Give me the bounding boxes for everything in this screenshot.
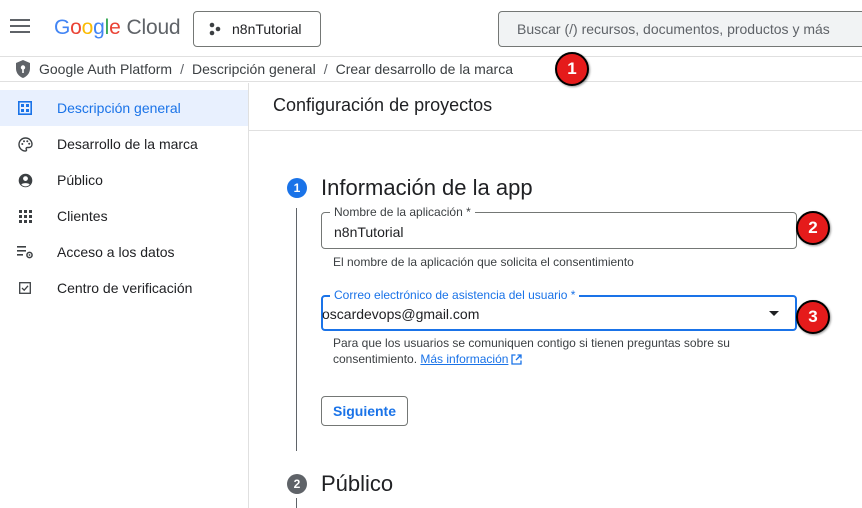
support-email-value: oscardevops@gmail.com	[322, 306, 480, 322]
sidebar-item-audience[interactable]: Público	[0, 162, 248, 198]
stepper-line	[296, 208, 297, 451]
support-email-hint-line1: Para que los usuarios se comuniquen cont…	[333, 336, 730, 350]
sidebar-item-data-access[interactable]: Acceso a los datos	[0, 234, 248, 270]
app-name-label: Nombre de la aplicación *	[330, 205, 475, 219]
menu-icon[interactable]	[10, 18, 30, 34]
next-button[interactable]: Siguiente	[321, 396, 408, 426]
breadcrumb-item-branding: Crear desarrollo de la marca	[335, 61, 513, 77]
support-email-label: Correo electrónico de asistencia del usu…	[330, 288, 580, 302]
sidebar-item-overview[interactable]: Descripción general	[0, 90, 248, 126]
logo-letter: G	[54, 16, 71, 39]
breadcrumb-separator: /	[180, 61, 184, 77]
app-name-field[interactable]: Nombre de la aplicación * n8nTutorial	[321, 205, 797, 249]
step-title-audience[interactable]: Público	[321, 471, 393, 497]
external-link-icon[interactable]	[511, 354, 523, 365]
more-info-link[interactable]: Más información	[420, 352, 508, 366]
palette-icon	[17, 136, 33, 152]
search-input[interactable]: Buscar (/) recursos, documentos, product…	[498, 11, 862, 47]
data-settings-icon	[17, 244, 33, 260]
support-email-hint: Para que los usuarios se comuniquen cont…	[333, 335, 730, 367]
project-selector-button[interactable]: n8nTutorial	[193, 11, 321, 47]
search-placeholder: Buscar (/) recursos, documentos, product…	[517, 21, 830, 37]
sidebar-item-label: Desarrollo de la marca	[57, 136, 198, 152]
support-email-select[interactable]: Correo electrónico de asistencia del usu…	[321, 288, 797, 331]
breadcrumb-item-overview[interactable]: Descripción general	[192, 61, 316, 77]
checkbox-icon	[17, 280, 33, 296]
sidebar-item-label: Centro de verificación	[57, 280, 193, 296]
dropdown-arrow-icon	[769, 311, 779, 316]
sidebar-item-label: Descripción general	[57, 100, 181, 116]
logo-suffix: Cloud	[126, 16, 181, 39]
shield-icon	[16, 60, 30, 78]
app-name-value: n8nTutorial	[334, 224, 404, 240]
breadcrumb-item-auth-platform[interactable]: Google Auth Platform	[39, 61, 172, 77]
step-number-1: 1	[287, 178, 307, 198]
page-title: Configuración de proyectos	[273, 95, 493, 115]
breadcrumb-separator: /	[323, 61, 328, 77]
apps-grid-icon	[17, 208, 33, 224]
annotation-marker-3: 3	[796, 300, 830, 334]
step-title-app-info: Información de la app	[321, 175, 533, 200]
logo-letter: e	[109, 16, 121, 39]
main-header: Configuración de proyectos	[249, 83, 862, 131]
support-email-hint-line2: consentimiento. Más información	[333, 351, 730, 367]
sidebar-item-label: Público	[57, 172, 103, 188]
logo-letter: g	[93, 16, 105, 39]
annotation-marker-2: 2	[796, 211, 830, 245]
account-circle-icon	[17, 172, 33, 188]
stepper-line	[296, 498, 297, 508]
logo-letter: o	[81, 16, 94, 39]
sidebar-item-verification[interactable]: Centro de verificación	[0, 270, 248, 306]
annotation-marker-1: 1	[555, 52, 589, 86]
google-cloud-logo[interactable]: Google Cloud	[54, 16, 181, 40]
app-name-hint: El nombre de la aplicación que solicita …	[333, 255, 634, 269]
project-name: n8nTutorial	[232, 21, 302, 37]
project-hub-icon	[209, 22, 221, 36]
step-number-2: 2	[287, 474, 307, 494]
logo-letter: o	[70, 16, 82, 39]
dashboard-icon	[17, 100, 33, 116]
sidebar-item-label: Clientes	[57, 208, 108, 224]
top-bar: Google Cloud n8nTutorial Buscar (/) recur…	[0, 0, 862, 56]
sidebar-item-branding[interactable]: Desarrollo de la marca	[0, 126, 248, 162]
support-email-hint-text: consentimiento.	[333, 352, 418, 366]
sidebar-item-label: Acceso a los datos	[57, 244, 175, 260]
sidebar: Descripción general Desarrollo de la mar…	[0, 83, 249, 508]
breadcrumb: Google Auth Platform / Descripción gener…	[0, 56, 862, 82]
sidebar-item-clients[interactable]: Clientes	[0, 198, 248, 234]
